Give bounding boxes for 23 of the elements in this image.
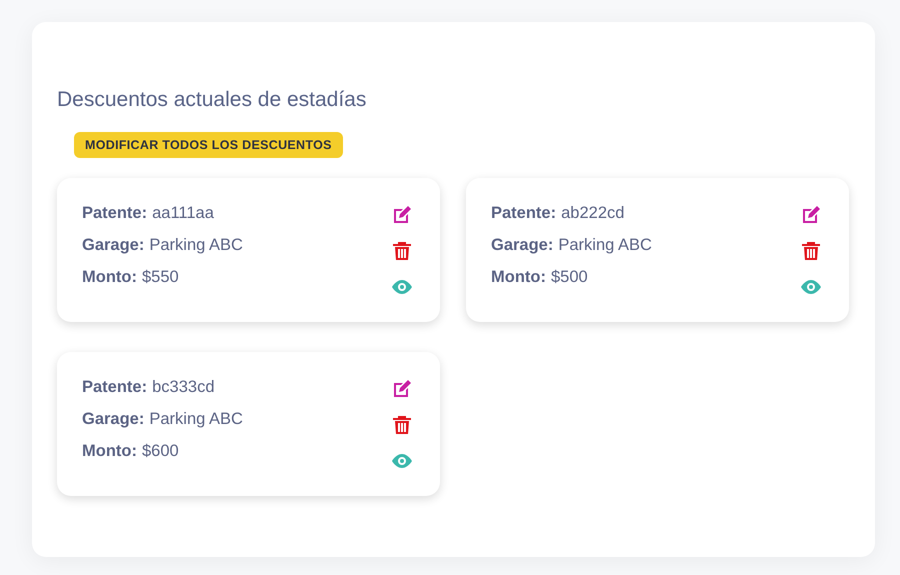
field-value: $600 bbox=[142, 441, 179, 462]
field-label: Patente: bbox=[82, 203, 148, 224]
field-value: $550 bbox=[142, 267, 179, 288]
field-value: aa111aa bbox=[152, 203, 214, 224]
field-value: $500 bbox=[550, 267, 588, 288]
field-label: Monto: bbox=[491, 267, 546, 288]
trash-icon[interactable] bbox=[390, 239, 414, 263]
field-value: Parking ABC bbox=[149, 235, 243, 256]
field-value: Parking ABC bbox=[149, 409, 243, 430]
field-label: Garage: bbox=[82, 409, 144, 430]
field-label: Patente: bbox=[82, 377, 148, 398]
field-label: Garage: bbox=[491, 235, 554, 256]
field-value: ab222cd bbox=[561, 203, 624, 224]
trash-icon[interactable] bbox=[799, 239, 823, 263]
trash-icon[interactable] bbox=[390, 413, 414, 437]
field-value: bc333cd bbox=[152, 377, 214, 398]
field-label: Monto: bbox=[82, 441, 137, 462]
field-label: Garage: bbox=[82, 235, 144, 256]
field-label: Monto: bbox=[82, 267, 137, 288]
field-label: Patente: bbox=[491, 203, 556, 224]
field-value: Parking ABC bbox=[558, 235, 652, 256]
page-title: Descuentos actuales de estadías bbox=[57, 87, 366, 113]
modify-all-button[interactable]: MODIFICAR TODOS LOS DESCUENTOS bbox=[74, 132, 343, 158]
